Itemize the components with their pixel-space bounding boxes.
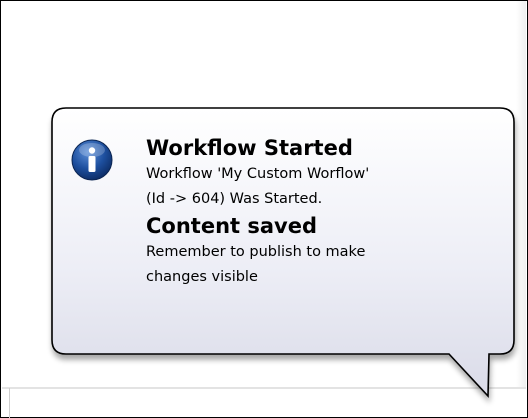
info-icon (70, 138, 114, 182)
message-line: Workflow 'My Custom Worflow' (146, 166, 370, 182)
message-line: Remember to publish to make (146, 244, 366, 260)
message-line: (Id -> 604) Was Started. (146, 191, 323, 207)
notification-text: Workflow Started Workflow 'My Custom Wor… (146, 134, 496, 290)
message-title: Workflow Started (146, 136, 353, 160)
message-line: changes visible (146, 269, 258, 285)
status-area-separator (9, 388, 10, 418)
notification-callout: Workflow Started Workflow 'My Custom Wor… (51, 107, 522, 398)
message-title: Content saved (146, 214, 318, 238)
